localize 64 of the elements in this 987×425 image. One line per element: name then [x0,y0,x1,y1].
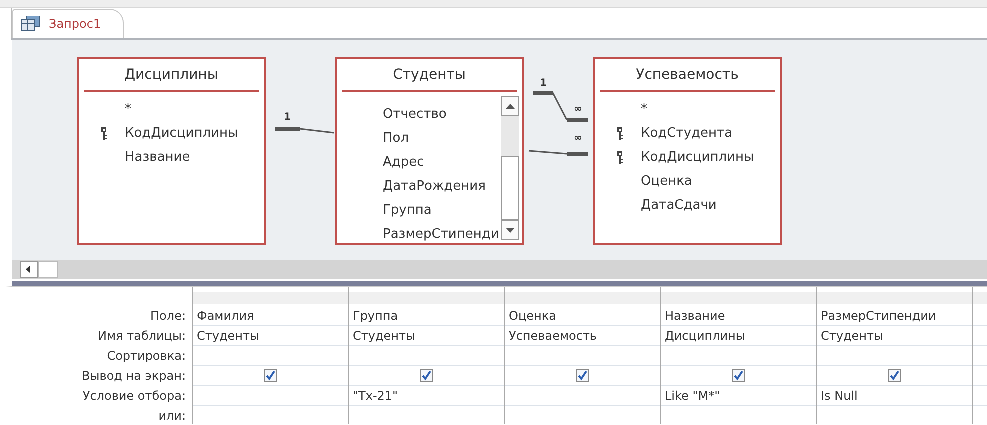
table-box[interactable]: Студенты Отчество Пол Адрес ДатаРождения Группа РазмерСтипенди [335,57,524,245]
show-checkbox[interactable] [888,369,901,382]
show-checkbox[interactable] [264,369,277,382]
field-name[interactable]: * [125,102,132,116]
show-checkbox[interactable] [732,369,745,382]
table-box[interactable]: Дисциплины * КодДисциплины Название [77,57,266,245]
field-name[interactable]: КодДисциплины [641,150,754,164]
field-name[interactable]: * [641,102,648,116]
field-cell[interactable]: Фамилия [193,306,348,326]
join-line [528,150,588,156]
column-selector[interactable] [349,292,504,306]
table-box[interactable]: Успеваемость * КодСтудента КодДисциплины Оценка ДатаСдачи [593,57,782,245]
column-selector[interactable] [193,292,348,306]
field-name[interactable]: Оценка [641,174,692,188]
column-selector[interactable] [505,292,660,306]
field-name[interactable]: Отчество [383,106,447,122]
row-label: Сортировка: [106,348,187,365]
scroll-up-icon[interactable] [506,104,514,108]
show-checkbox[interactable] [420,369,433,382]
join-line [275,127,334,134]
scroll-left-icon[interactable] [20,261,38,278]
field-name[interactable]: ДатаСдачи [641,198,717,212]
criteria-cell[interactable]: Is Null [817,386,972,406]
column-selector[interactable] [661,292,816,306]
show-checkbox[interactable] [576,369,589,382]
table-title: Студенты [342,59,517,92]
query-tab[interactable]: Запрос1 [12,9,124,38]
join-cardinality: ∞ [574,104,582,116]
row-label: Поле: [150,308,187,325]
table-cell[interactable]: Дисциплины [661,326,816,346]
field-name[interactable]: РазмерСтипенди [383,226,500,242]
join-cardinality: ∞ [574,133,582,145]
table-cell[interactable]: Студенты [817,326,972,346]
join-cardinality: 1 [284,112,291,124]
vertical-scrollbar[interactable] [501,96,519,240]
field-cell[interactable]: Группа [349,306,504,326]
scroll-thumb[interactable] [38,261,58,278]
join-line [533,91,588,122]
field-cell[interactable]: Оценка [505,306,660,326]
field-cell[interactable]: РазмерСтипендии [817,306,972,326]
field-name[interactable]: КодДисциплины [125,126,238,140]
table-title: Дисциплины [84,59,259,92]
criteria-cell[interactable]: "Tx-21" [349,386,504,406]
column-selector[interactable] [973,292,987,306]
field-name[interactable]: Адрес [383,154,424,170]
row-label: или: [158,408,187,425]
field-name[interactable]: Пол [383,130,410,146]
join-cardinality: 1 [540,78,547,90]
query-icon [21,16,41,32]
field-name[interactable]: ДатаРождения [383,178,486,194]
column-selector[interactable] [817,292,972,306]
table-cell[interactable]: Студенты [193,326,348,346]
row-label: Вывод на экран: [81,368,187,385]
table-cell[interactable]: Студенты [349,326,504,346]
table-title: Успеваемость [600,59,775,92]
field-name[interactable]: Группа [383,202,432,218]
row-label: Условие отбора: [82,388,187,405]
field-name[interactable]: КодСтудента [641,126,733,140]
criteria-cell[interactable]: Like "M*" [661,386,816,406]
table-cell[interactable]: Успеваемость [505,326,660,346]
field-name[interactable]: Название [125,150,190,164]
scroll-down-icon[interactable] [506,228,514,232]
row-label: Имя таблицы: [97,328,187,345]
field-cell[interactable]: Название [661,306,816,326]
